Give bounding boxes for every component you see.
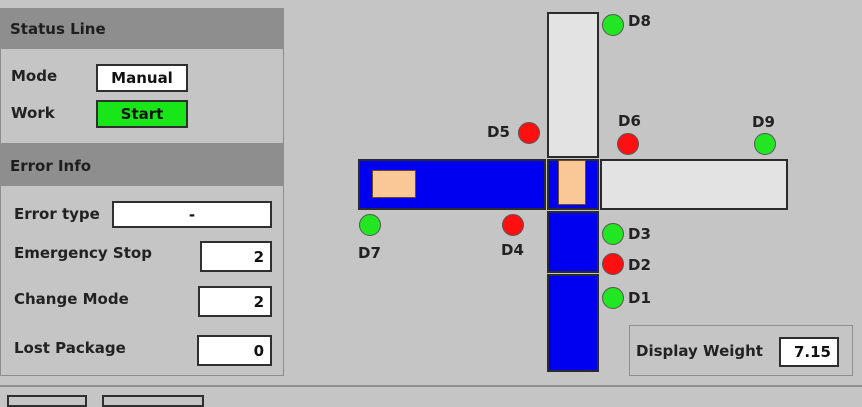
- sensor-d9: [754, 133, 776, 155]
- status-line-title: Status Line: [1, 9, 283, 49]
- emergency-stop-label: Emergency Stop: [14, 244, 152, 262]
- sensor-d7: [359, 214, 381, 236]
- sensor-d8-label: D8: [628, 12, 651, 30]
- emergency-stop-count[interactable]: 2: [200, 241, 272, 272]
- error-info-title: Error Info: [1, 145, 283, 186]
- start-button[interactable]: Start: [96, 100, 188, 128]
- conveyor-east: [600, 159, 788, 210]
- sensor-d1: [602, 287, 624, 309]
- bottom-button-1[interactable]: [7, 395, 87, 407]
- sensor-d5: [518, 122, 540, 144]
- mode-label: Mode: [11, 67, 58, 85]
- display-weight-value[interactable]: 7.15: [779, 337, 839, 367]
- lost-package-count[interactable]: 0: [197, 335, 272, 366]
- conveyor-north: [547, 12, 599, 158]
- display-weight-label: Display Weight: [636, 342, 763, 360]
- sensor-d5-label: D5: [487, 123, 510, 141]
- work-label: Work: [11, 104, 55, 122]
- conveyor-south-lower: [547, 274, 599, 372]
- sensor-d6-label: D6: [618, 112, 641, 130]
- sensor-d4-label: D4: [501, 241, 524, 259]
- sensor-d3-label: D3: [628, 225, 651, 243]
- conveyor-south-upper: [547, 211, 599, 273]
- error-type-label: Error type: [14, 205, 100, 223]
- sensor-d1-label: D1: [628, 289, 651, 307]
- mode-field[interactable]: Manual: [96, 64, 188, 92]
- change-mode-label: Change Mode: [14, 290, 129, 308]
- sensor-d2: [602, 253, 624, 275]
- error-type-field[interactable]: -: [112, 201, 272, 228]
- bottom-divider: [0, 385, 862, 387]
- sensor-d2-label: D2: [628, 256, 651, 274]
- sensor-d6: [617, 133, 639, 155]
- package: [372, 170, 416, 198]
- sensor-d7-label: D7: [358, 244, 381, 262]
- change-mode-count[interactable]: 2: [198, 286, 272, 317]
- package: [558, 160, 586, 205]
- lost-package-label: Lost Package: [14, 339, 126, 357]
- sensor-d8: [602, 14, 624, 36]
- sensor-d4: [502, 214, 524, 236]
- sensor-d3: [602, 223, 624, 245]
- bottom-button-2[interactable]: [102, 395, 204, 407]
- sensor-d9-label: D9: [752, 113, 775, 131]
